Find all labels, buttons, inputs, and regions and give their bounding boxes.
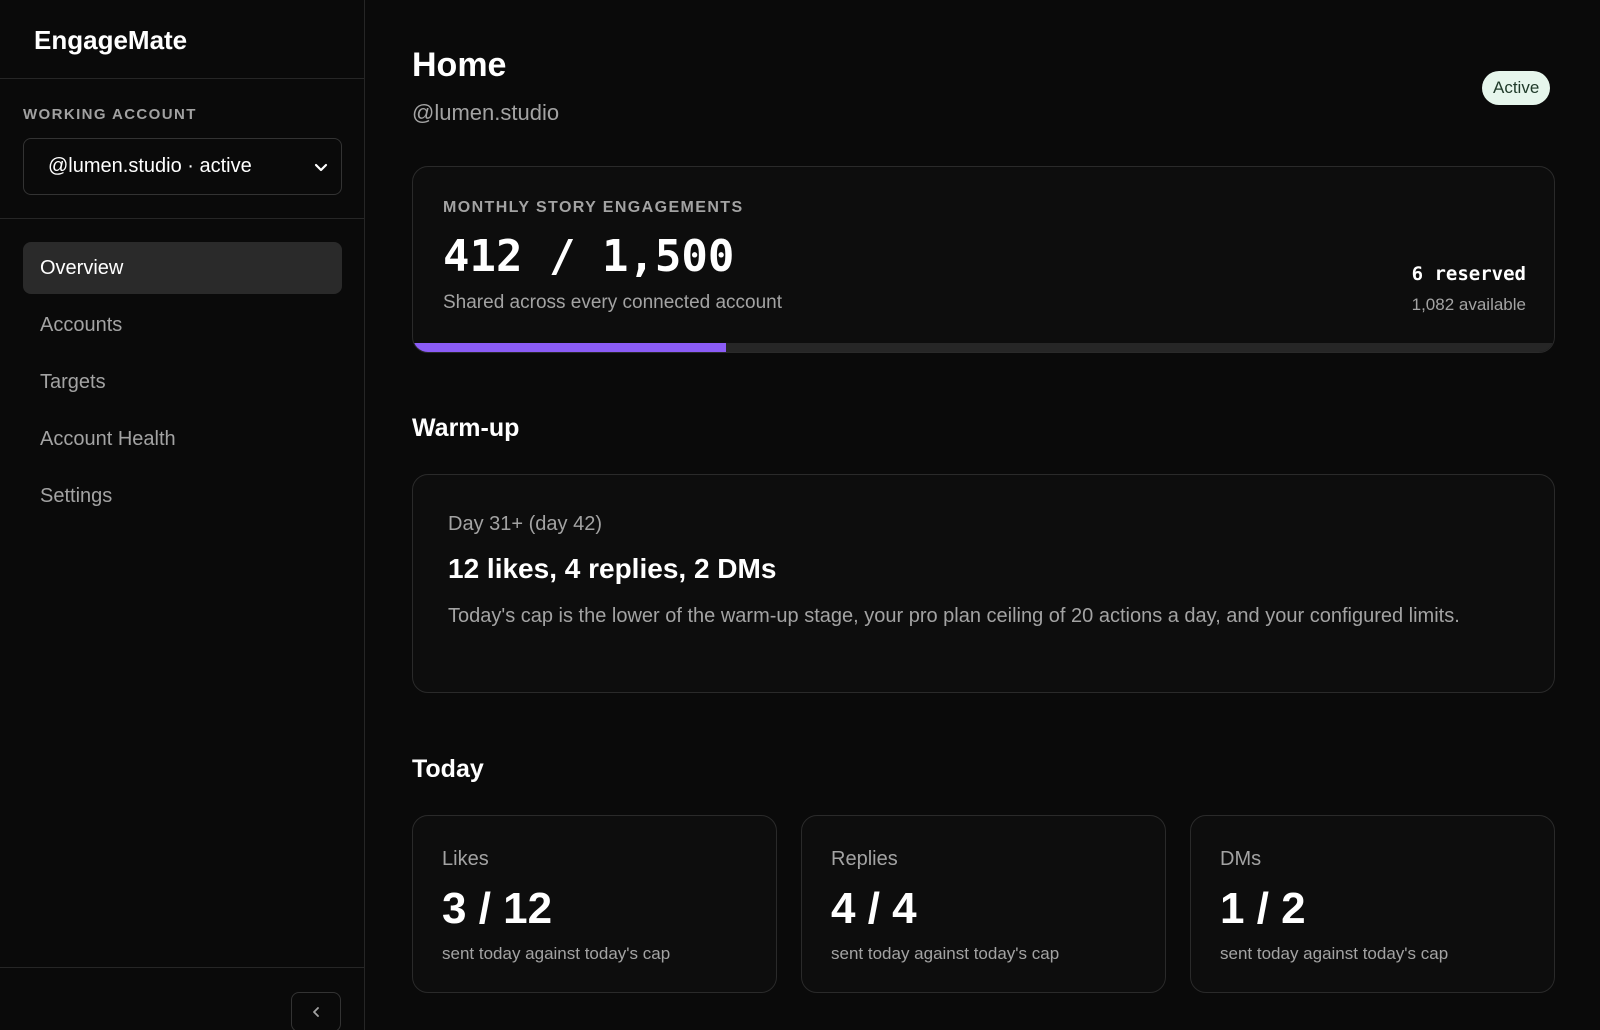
stat-note: sent today against today's cap [1220, 944, 1449, 963]
stat-label: DMs [1220, 848, 1262, 870]
stat-note: sent today against today's cap [831, 944, 1060, 963]
warmup-title: Warm-up [412, 414, 520, 442]
warmup-card: Day 31+ (day 42) 12 likes, 4 replies, 2 … [412, 474, 1555, 693]
working-account-label: WORKING ACCOUNT [23, 106, 197, 123]
app-logo[interactable]: EngageMate [0, 0, 364, 79]
usage-card: MONTHLY STORY ENGAGEMENTS 412 / 1,500 Sh… [412, 166, 1555, 353]
collapse-sidebar-button[interactable] [291, 992, 341, 1030]
stat-card-likes: Likes 3 / 12 sent today against today's … [412, 815, 777, 993]
stat-card-replies: Replies 4 / 4 sent today against today's… [801, 815, 1166, 993]
warmup-description: Today's cap is the lower of the warm-up … [448, 605, 1460, 627]
account-handle: @lumen.studio [412, 100, 560, 125]
usage-progress-bar [413, 343, 1554, 352]
stat-value: 1 / 2 [1220, 884, 1306, 933]
nav-item-settings[interactable]: Settings [23, 470, 342, 522]
sidebar-footer [0, 967, 365, 1030]
nav-item-targets[interactable]: Targets [23, 356, 342, 408]
account-select-value: @lumen.studio · active [48, 155, 252, 177]
reserved-count: 6 reserved [1411, 263, 1526, 285]
stat-note: sent today against today's cap [442, 944, 671, 963]
chevron-left-icon [310, 1005, 322, 1021]
status-badge: Active [1482, 71, 1551, 105]
account-section: WORKING ACCOUNT @lumen.studio · active [0, 79, 364, 219]
usage-note: Shared across every connected account [443, 292, 783, 313]
usage-label: MONTHLY STORY ENGAGEMENTS [443, 199, 744, 216]
warmup-stage: Day 31+ (day 42) [448, 513, 602, 535]
stat-value: 3 / 12 [442, 884, 553, 933]
page-title: Home [412, 46, 507, 84]
account-select[interactable]: @lumen.studio · active [23, 138, 342, 195]
stat-label: Likes [442, 848, 489, 870]
usage-value: 412 / 1,500 [443, 231, 735, 282]
chevron-down-icon [313, 159, 329, 175]
stat-label: Replies [831, 848, 898, 870]
sidebar: EngageMate WORKING ACCOUNT @lumen.studio… [0, 0, 365, 1030]
available-count: 1,082 available [1411, 295, 1526, 314]
sidebar-nav: Overview Accounts Targets Account Health… [0, 219, 364, 522]
nav-item-account-health[interactable]: Account Health [23, 413, 342, 465]
warmup-headline: 12 likes, 4 replies, 2 DMs [448, 553, 777, 584]
nav-item-overview[interactable]: Overview [23, 242, 342, 294]
stat-value: 4 / 4 [831, 884, 917, 933]
today-title: Today [412, 755, 484, 783]
nav-item-accounts[interactable]: Accounts [23, 299, 342, 351]
stat-card-dms: DMs 1 / 2 sent today against today's cap [1190, 815, 1555, 993]
usage-progress-fill [413, 343, 727, 352]
